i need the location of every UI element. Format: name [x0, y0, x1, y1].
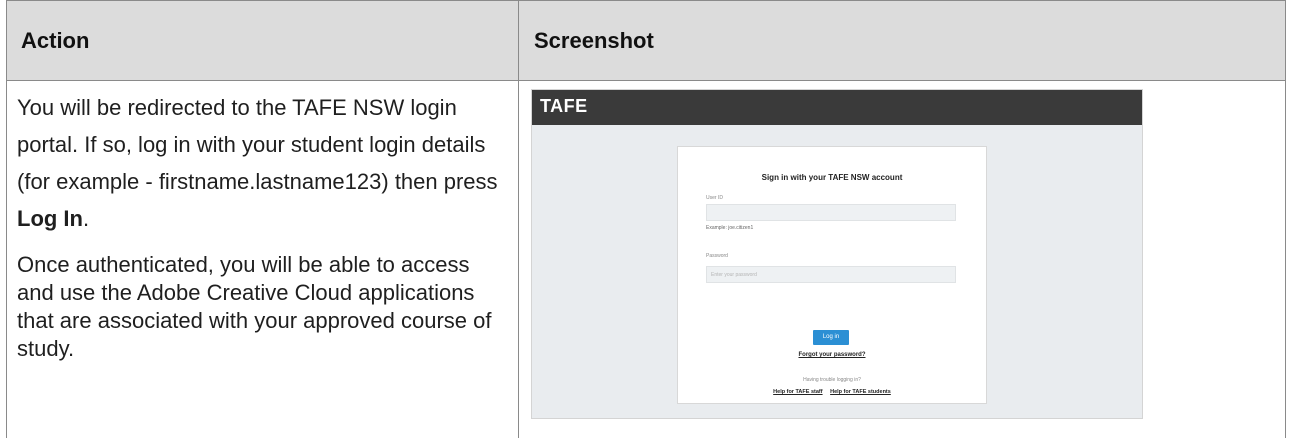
- action-text-part-1: You will be redirected to the TAFE NSW l…: [17, 95, 498, 194]
- help-students-link[interactable]: Help for TAFE students: [830, 389, 891, 395]
- action-paragraph-1: You will be redirected to the TAFE NSW l…: [17, 89, 507, 237]
- password-input[interactable]: Enter your password: [706, 266, 956, 283]
- action-paragraph-2: Once authenticated, you will be able to …: [17, 252, 492, 361]
- user-id-label: User ID: [706, 195, 723, 201]
- forgot-password-link[interactable]: Forgot your password?: [678, 352, 986, 358]
- login-portal-screenshot: TAFE Sign in with your TAFE NSW account …: [531, 89, 1143, 419]
- header-screenshot: Screenshot: [534, 28, 654, 53]
- trouble-logging-in-text: Having trouble logging in?: [803, 377, 861, 383]
- user-id-input[interactable]: [706, 204, 956, 221]
- log-in-bold: Log In: [17, 206, 83, 231]
- action-text-part-2: .: [82, 206, 90, 231]
- sign-in-card: Sign in with your TAFE NSW account User …: [677, 146, 987, 404]
- portal-header-bar: TAFE: [532, 90, 1142, 125]
- instruction-table: Action Screenshot You will be redirected…: [6, 0, 1286, 438]
- log-in-button[interactable]: Log in: [813, 330, 849, 345]
- sign-in-title: Sign in with your TAFE NSW account: [761, 173, 903, 182]
- header-action: Action: [21, 28, 90, 53]
- action-cell: You will be redirected to the TAFE NSW l…: [17, 89, 507, 363]
- help-staff-link[interactable]: Help for TAFE staff: [773, 389, 822, 395]
- help-links: Help for TAFE staff Help for TAFE studen…: [678, 389, 986, 395]
- password-label: Password: [706, 253, 728, 259]
- tafe-logo: TAFE: [540, 96, 588, 116]
- user-id-hint: Example: joe.citizen1: [706, 225, 754, 231]
- column-divider: [518, 1, 519, 438]
